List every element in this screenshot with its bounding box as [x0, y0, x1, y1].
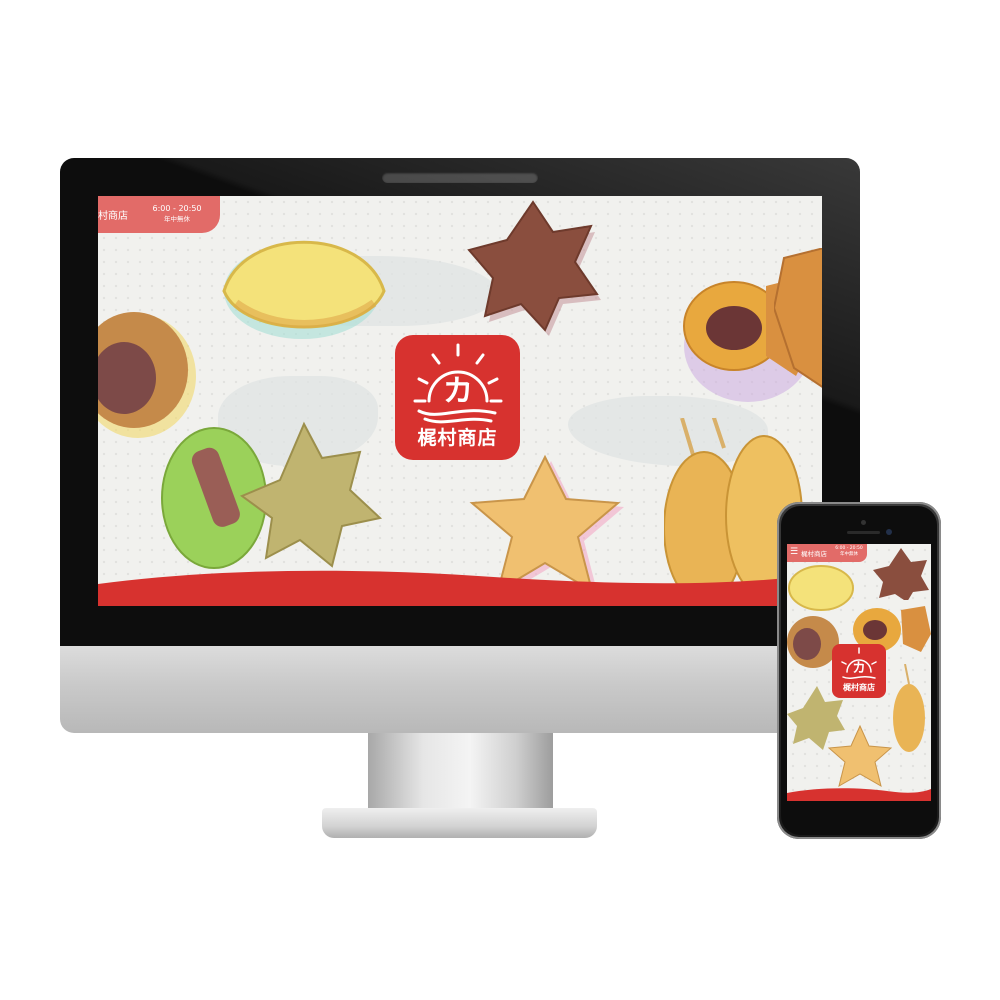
shop-name[interactable]: 村商店 — [98, 207, 128, 222]
monitor-stand-base — [322, 808, 597, 838]
logo-kanji: カ — [443, 374, 473, 409]
phone-front-sensor — [886, 529, 892, 535]
mobile-header-badge: ☰ 梶村商店 6:00 - 20:50 年中無休 — [787, 544, 867, 562]
shop-logo[interactable]: カ 梶村商店 — [832, 644, 886, 698]
hamburger-icon[interactable]: ☰ — [790, 547, 798, 557]
fried-momiji-skewer-illustration — [893, 664, 925, 752]
lemon-cake-illustration — [222, 240, 386, 339]
red-wave-footer — [98, 570, 822, 606]
monitor-stand-neck — [368, 733, 553, 813]
star-momiji-manju-illustration — [827, 724, 893, 788]
logo-shop-name: 梶村商店 — [417, 427, 498, 449]
red-wave-footer — [787, 788, 931, 801]
logo-shop-name: 梶村商店 — [843, 683, 875, 692]
phone-speaker — [847, 531, 880, 534]
momiji-manju-edge-illustration — [774, 248, 822, 388]
business-hours: 6:00 - 20:50 年中無休 — [142, 203, 212, 225]
closed-days: 年中無休 — [840, 552, 858, 557]
mobile-website-screen: ☰ 梶村商店 6:00 - 20:50 年中無休 カ 梶村商店 — [787, 544, 931, 801]
shop-logo[interactable]: カ 梶村商店 — [395, 335, 520, 460]
monitor-camera-bar — [382, 172, 538, 183]
lemon-cake-illustration — [788, 565, 854, 611]
desktop-website-screen: 村商店 6:00 - 20:50 年中無休 カ 梶村商店 — [98, 196, 822, 606]
momiji-manju-chocolate-illustration — [873, 548, 929, 600]
closed-days: 年中無休 — [164, 215, 190, 223]
site-header-badge: 村商店 6:00 - 20:50 年中無休 — [98, 196, 220, 233]
business-hours: 6:00 - 20:50 年中無休 — [833, 546, 865, 558]
monitor-chin — [60, 646, 860, 733]
momiji-manju-chocolate-illustration — [467, 200, 601, 336]
phone-camera — [861, 520, 866, 525]
matcha-momiji-manju-illustration — [161, 421, 383, 569]
opening-hours: 6:00 - 20:50 — [152, 204, 202, 213]
logo-kanji: カ — [852, 661, 865, 676]
shop-name[interactable]: 梶村商店 — [801, 548, 827, 558]
